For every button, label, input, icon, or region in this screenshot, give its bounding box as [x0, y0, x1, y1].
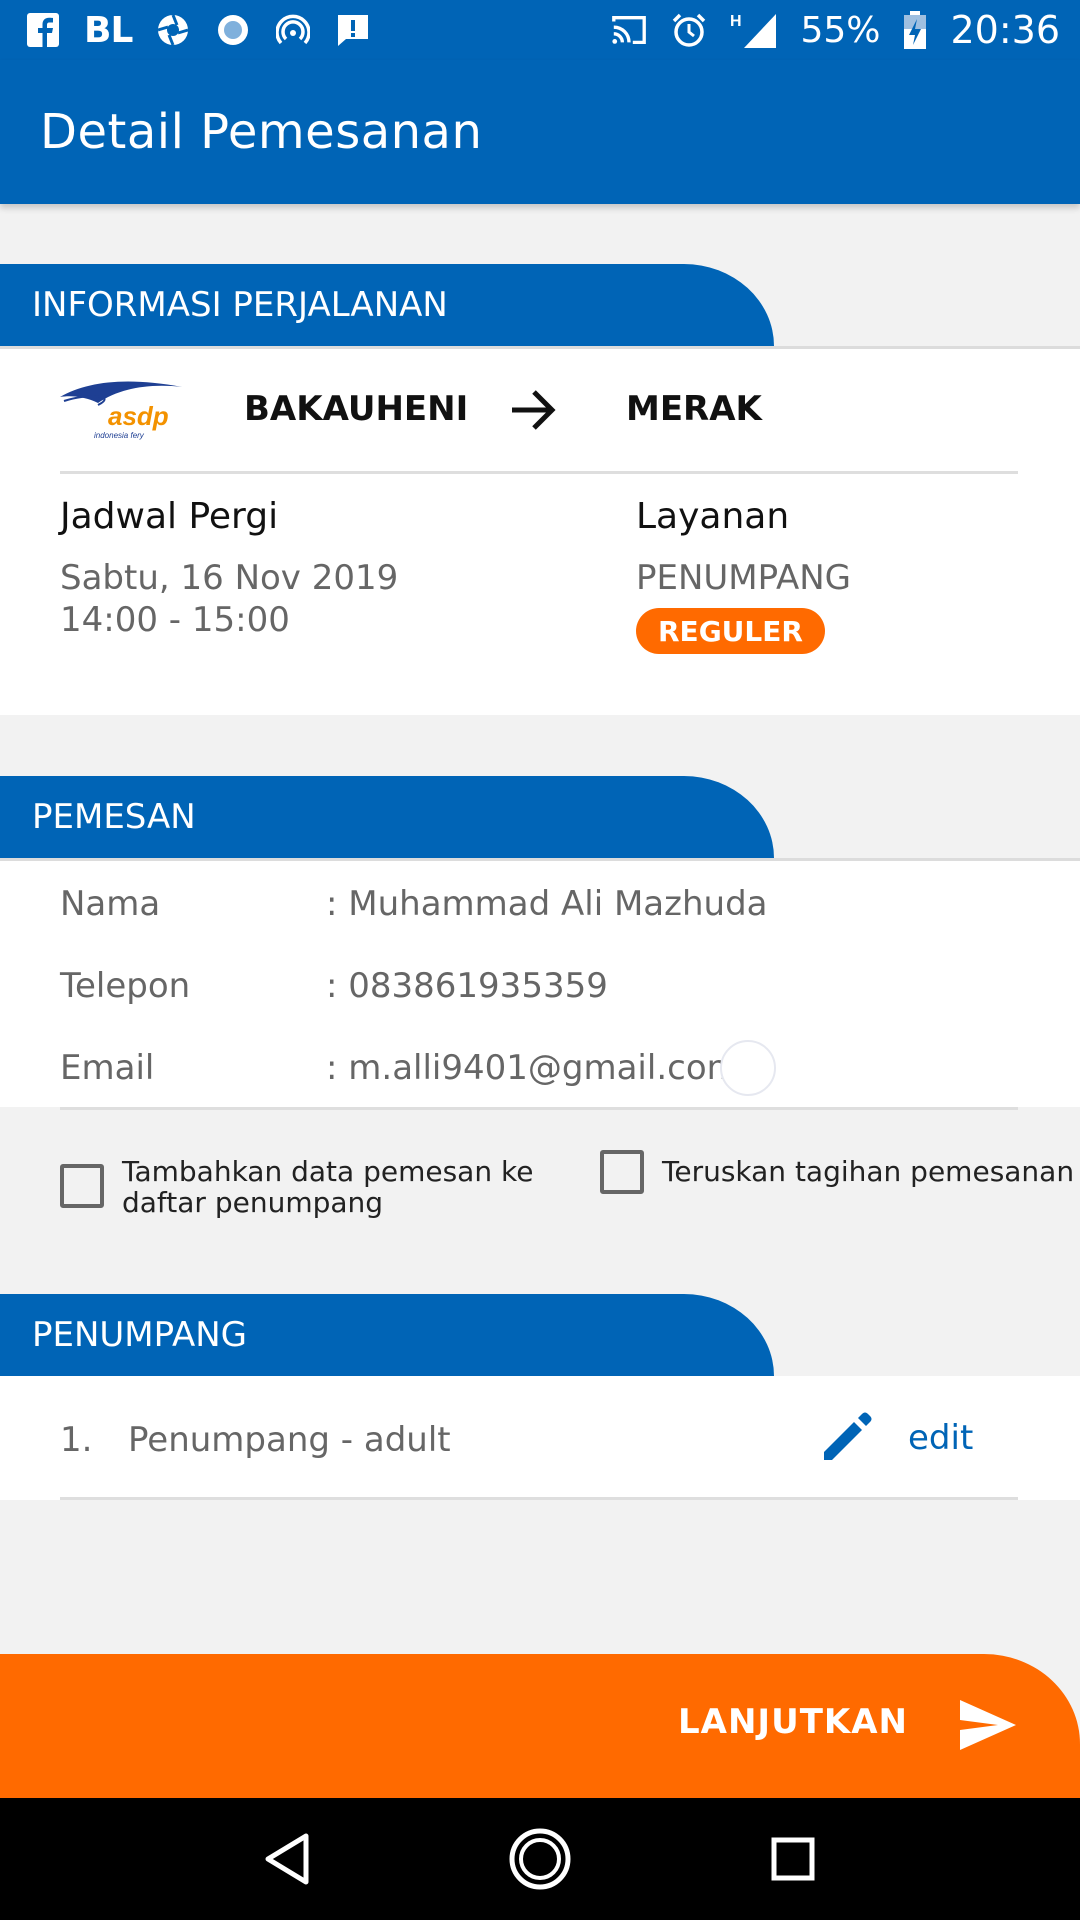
booker-phone-label: Telepon	[60, 966, 191, 1006]
signal-icon: H	[730, 11, 778, 49]
hotspot-icon	[274, 11, 312, 49]
page-title: Detail Pemesanan	[40, 104, 483, 160]
status-bar: BL H 55% 20:36	[0, 0, 1080, 60]
continue-button[interactable]: LANJUTKAN	[0, 1654, 1080, 1798]
passenger-divider	[60, 1497, 1018, 1500]
home-circle-icon	[509, 1828, 571, 1890]
continue-label: LANJUTKAN	[678, 1702, 908, 1742]
clock: 20:36	[950, 8, 1060, 52]
send-icon	[960, 1700, 1016, 1750]
alarm-icon	[670, 11, 708, 49]
facebook-icon	[24, 11, 62, 49]
alert-message-icon	[334, 11, 372, 49]
logo-subtext: indonesia fery	[94, 431, 145, 440]
aperture-icon	[154, 11, 192, 49]
arrow-right-icon	[512, 390, 556, 430]
checkbox-label-line: Tambahkan data pemesan ke	[122, 1155, 534, 1188]
edit-passenger-link[interactable]: edit	[908, 1418, 973, 1458]
section-header-trip: INFORMASI PERJALANAN	[0, 264, 774, 346]
back-triangle-icon	[265, 1833, 309, 1885]
pencil-icon[interactable]	[818, 1408, 876, 1466]
touch-ripple	[720, 1040, 776, 1096]
app-bar: Detail Pemesanan	[0, 60, 1080, 204]
logo-text: asdp	[108, 401, 169, 431]
cast-icon	[610, 11, 648, 49]
route-divider	[60, 471, 1018, 474]
booker-email-value: : m.alli9401@gmail.com	[326, 1048, 740, 1088]
service-value: PENUMPANG	[636, 558, 852, 598]
add-booker-as-passenger-label[interactable]: Tambahkan data pemesan ke daftar penumpa…	[122, 1156, 533, 1218]
bl-label: BL	[84, 9, 133, 51]
network-type: H	[730, 13, 742, 30]
status-right: H 55% 20:36	[610, 8, 1060, 52]
system-nav-bar	[0, 1798, 1080, 1920]
checkbox-label-line: daftar penumpang	[122, 1186, 384, 1219]
schedule-date: Sabtu, 16 Nov 2019	[60, 558, 399, 598]
passenger-name[interactable]: Penumpang - adult	[128, 1420, 451, 1460]
booker-divider	[60, 1107, 1018, 1110]
destination-city: MERAK	[626, 389, 762, 429]
origin-city: BAKAUHENI	[244, 389, 469, 429]
booker-name-label: Nama	[60, 884, 161, 924]
section-title: PEMESAN	[32, 797, 196, 837]
forward-invoice-label[interactable]: Teruskan tagihan pemesanan	[662, 1156, 1074, 1187]
add-booker-as-passenger-checkbox[interactable]	[60, 1164, 104, 1208]
battery-percent: 55%	[800, 9, 881, 51]
record-icon	[214, 11, 252, 49]
battery-icon	[902, 11, 928, 49]
booker-name-value: : Muhammad Ali Mazhuda	[326, 884, 768, 924]
route-row: asdp indonesia fery BAKAUHENI MERAK	[0, 349, 1080, 471]
service-badge: REGULER	[636, 608, 825, 654]
schedule-time: 14:00 - 15:00	[60, 600, 290, 640]
passenger-number: 1.	[60, 1420, 93, 1460]
schedule-label: Jadwal Pergi	[60, 496, 279, 537]
home-button[interactable]	[505, 1824, 575, 1894]
section-title: PENUMPANG	[32, 1315, 248, 1355]
booker-email-label: Email	[60, 1048, 155, 1088]
recents-button[interactable]	[758, 1824, 828, 1894]
booker-phone-value: : 083861935359	[326, 966, 608, 1006]
forward-invoice-checkbox[interactable]	[600, 1150, 644, 1194]
back-button[interactable]	[252, 1824, 322, 1894]
section-title: INFORMASI PERJALANAN	[32, 285, 448, 325]
section-header-booker: PEMESAN	[0, 776, 774, 858]
asdp-logo: asdp indonesia fery	[60, 381, 182, 440]
section-header-passengers: PENUMPANG	[0, 1294, 774, 1376]
recents-square-icon	[771, 1837, 815, 1881]
status-left: BL	[24, 10, 372, 51]
service-label: Layanan	[636, 496, 790, 537]
